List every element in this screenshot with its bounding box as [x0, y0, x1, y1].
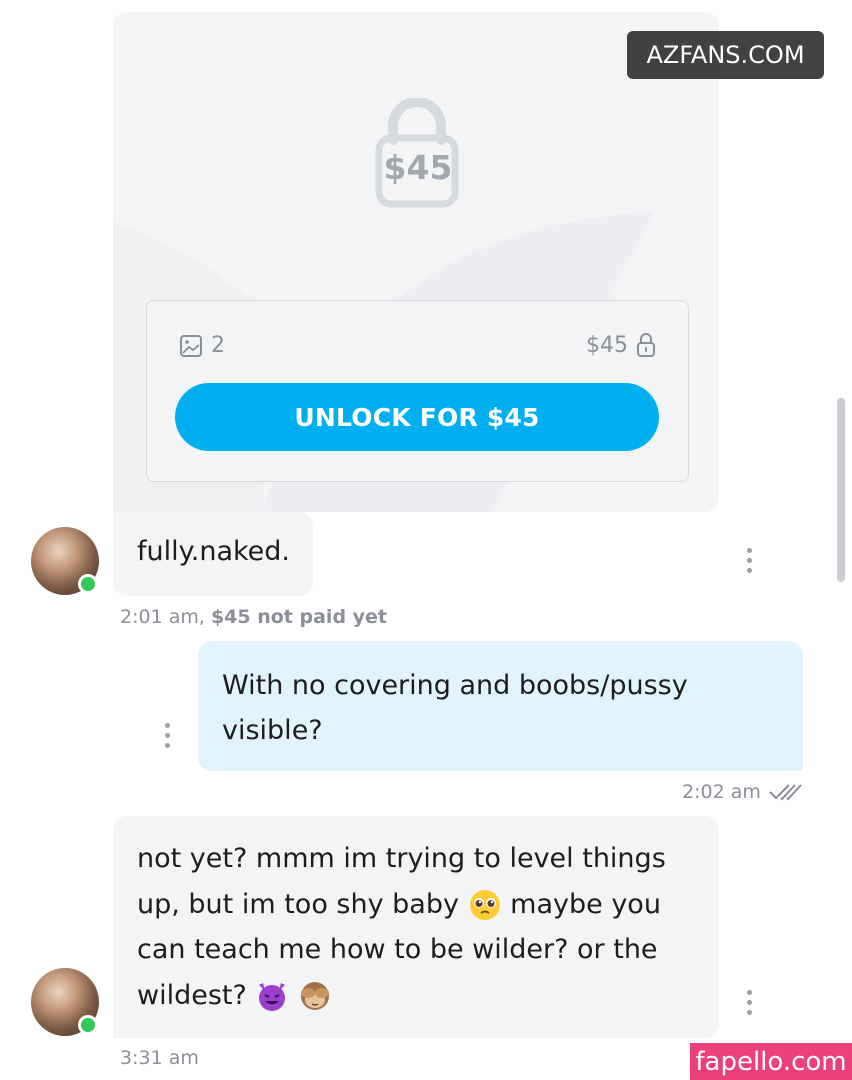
- locked-price-large: $45: [383, 148, 453, 187]
- pleading-face-emoji-icon: [469, 890, 500, 920]
- media-count: 2: [179, 333, 225, 358]
- payment-status: $45 not paid yet: [210, 606, 388, 628]
- read-checkmarks-icon: [769, 784, 802, 801]
- image-icon: [180, 334, 202, 357]
- message-time: 2:01 am,: [120, 606, 205, 628]
- smiling-devil-emoji-icon: [259, 983, 286, 1011]
- see-no-evil-monkey-emoji-icon: [301, 982, 330, 1010]
- message-time: 3:31 am: [120, 1047, 199, 1069]
- scrollbar[interactable]: [837, 398, 845, 582]
- received-message-bubble[interactable]: not yet? mmm im trying to level things u…: [113, 816, 719, 1038]
- lock-icon: [637, 333, 655, 357]
- sent-message-bubble[interactable]: With no covering and boobs/pussy visible…: [198, 641, 803, 771]
- message-meta: 2:01 am, $45 not paid yet: [120, 606, 387, 628]
- more-options-icon[interactable]: [163, 723, 171, 749]
- online-status-dot: [78, 574, 98, 594]
- received-message-bubble[interactable]: fully.naked.: [113, 512, 313, 596]
- message-meta: 2:02 am: [682, 781, 803, 803]
- fapello-watermark: fapello.com: [690, 1043, 852, 1080]
- price-label: $45: [586, 332, 628, 358]
- unlock-panel: 2 $45 UNLOCK FOR $45: [146, 300, 689, 482]
- panel-price: $45: [586, 332, 656, 358]
- media-count-label: 2: [211, 333, 225, 358]
- message-time: 2:02 am: [682, 781, 761, 803]
- more-options-icon[interactable]: [745, 548, 753, 574]
- more-options-icon[interactable]: [745, 990, 753, 1016]
- azfans-watermark: AZFANS.COM: [627, 31, 824, 79]
- unlock-button[interactable]: UNLOCK FOR $45: [175, 383, 659, 451]
- online-status-dot: [78, 1015, 98, 1035]
